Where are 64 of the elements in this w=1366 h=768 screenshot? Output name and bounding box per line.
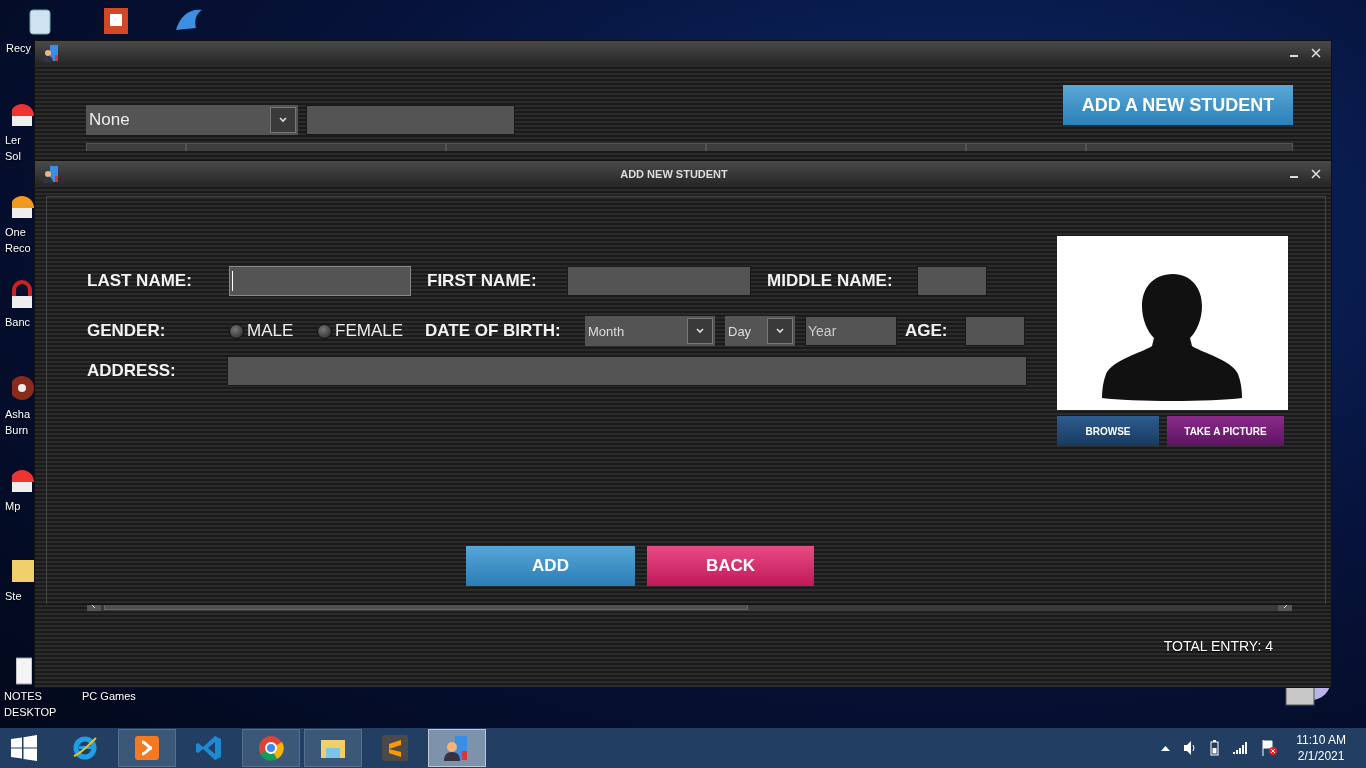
icon-label: Ler [5,133,21,148]
total-entry-label: TOTAL ENTRY: 4 [1163,638,1273,654]
browser-icon [71,734,99,762]
icon-label: Asha [5,407,31,422]
take-picture-button[interactable]: TAKE A PICTURE [1167,416,1284,446]
back-button[interactable]: BACK [647,546,814,586]
taskbar-button[interactable] [304,729,362,767]
field-label: FIRST NAME: [427,271,538,291]
icon-label: Burn [5,423,29,438]
taskbar-button[interactable] [118,729,176,767]
add-student-button[interactable]: ADD A NEW STUDENT [1063,85,1293,125]
building-person-icon [43,44,59,62]
field-label: MIDDLE NAME: [767,271,894,291]
icon-label: Recy [6,41,32,56]
input-field[interactable] [965,316,1025,346]
caret-icon [279,117,287,123]
caret-icon [776,328,784,334]
field-label: DATE OF BIRTH: [425,321,562,341]
year-field[interactable]: Year [805,316,897,346]
radio-button[interactable]: FEMALE [317,321,425,341]
add-button[interactable]: ADD [466,546,635,586]
radio-button[interactable]: MALE [229,321,317,341]
icon-label: NOTES [4,689,42,704]
building-person-icon [43,164,59,183]
icon-label: PC Games [82,689,136,704]
icon-label: Banc [5,315,31,330]
taskbar-button[interactable] [428,729,486,767]
window-title: ADD NEW STUDENT [619,167,729,180]
input-field[interactable] [567,266,751,296]
icon-label: Mp [5,499,21,514]
month-dropdown[interactable]: Month [585,316,715,346]
battery-icon[interactable] [1210,740,1220,756]
app-icon [133,734,161,762]
flag-alert-icon[interactable] [1262,740,1279,756]
icon-label: Ste [5,589,22,604]
field-label: ADDRESS: [87,361,177,381]
icon-label: One [5,225,26,240]
taskbar-button[interactable] [242,729,300,767]
clock[interactable]: 11:10 AM 2/1/2021 [1296,732,1346,764]
signal-icon[interactable] [1233,742,1249,754]
icon-label: Reco [5,241,31,256]
browse-button[interactable]: BROWSE [1057,416,1159,446]
speaker-icon[interactable] [1184,741,1197,755]
search-field[interactable] [306,105,515,135]
windows-start-icon[interactable] [11,735,37,761]
browser-icon [257,734,285,762]
clock-date: 2/1/2021 [1297,748,1345,764]
caret-icon [696,328,704,334]
input-field[interactable] [229,266,411,296]
close-icon[interactable] [1311,48,1321,58]
filter-dropdown[interactable]: None [86,105,298,135]
day-dropdown[interactable]: Day [725,316,795,346]
text-editor-icon [381,734,409,762]
code-editor-icon [195,734,223,762]
close-icon[interactable] [1311,168,1321,179]
field-label: GENDER: [87,321,167,341]
icon-label: Sol [5,149,21,164]
input-field[interactable] [227,356,1027,386]
input-field[interactable] [917,266,987,296]
field-label: AGE: [905,321,949,341]
show-hidden-icons-icon[interactable] [1161,745,1171,751]
field-label: LAST NAME: [87,271,193,291]
icon-label: DESKTOP [4,705,57,720]
clock-time: 11:10 AM [1296,732,1346,748]
